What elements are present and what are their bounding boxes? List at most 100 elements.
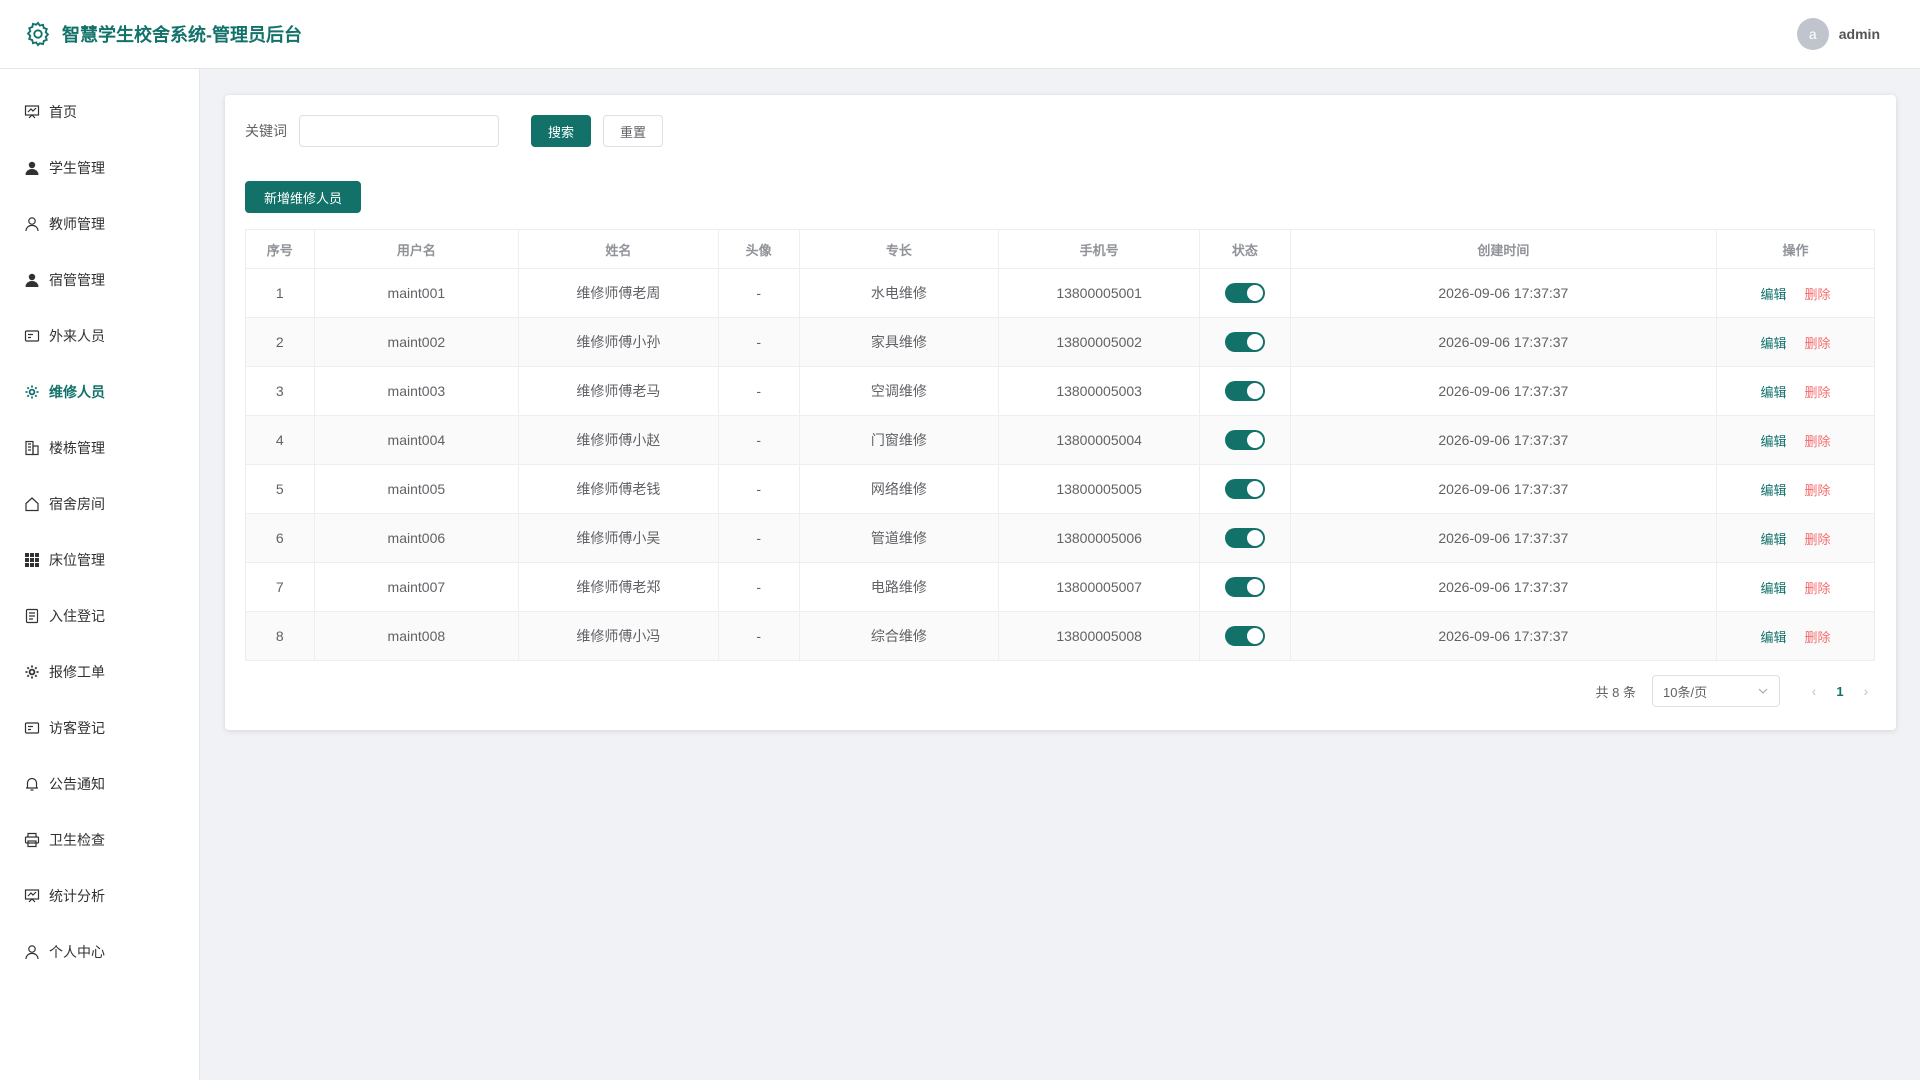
edit-button[interactable]: 编辑	[1760, 434, 1786, 449]
status-toggle[interactable]	[1224, 479, 1265, 499]
sidebar-item-4[interactable]: 外来人员	[0, 308, 199, 364]
sidebar-item-label: 公告通知	[49, 776, 105, 792]
edit-button[interactable]: 编辑	[1760, 287, 1786, 302]
sidebar-item-5[interactable]: 维修人员	[0, 364, 199, 420]
gear-icon	[24, 384, 40, 400]
cell-username: maint003	[313, 366, 520, 416]
cell-phone: 13800005002	[998, 317, 1201, 367]
avatar[interactable]: a	[1796, 18, 1829, 50]
cell-status	[1199, 562, 1291, 612]
edit-button[interactable]: 编辑	[1760, 336, 1786, 351]
sidebar-item-11[interactable]: 访客登记	[0, 700, 199, 756]
cell-specialty: 管道维修	[798, 513, 1000, 563]
delete-button[interactable]: 删除	[1804, 630, 1830, 645]
cell-username: maint008	[313, 611, 520, 661]
column-header: 序号	[245, 229, 315, 269]
reset-button[interactable]: 重置	[603, 115, 663, 147]
user-icon	[24, 944, 40, 960]
search-button[interactable]: 搜索	[531, 115, 591, 147]
sidebar-item-3[interactable]: 宿管管理	[0, 252, 199, 308]
status-toggle[interactable]	[1224, 626, 1265, 646]
cell-name: 维修师傅小冯	[518, 611, 719, 661]
sidebar-item-label: 首页	[49, 104, 77, 120]
cell-username: maint004	[313, 415, 520, 465]
table-row: 7 maint007 维修师傅老郑 - 电路维修 13800005007 2026-09-0…	[245, 562, 1876, 612]
sidebar-item-10[interactable]: 报修工单	[0, 644, 199, 700]
cell-name: 维修师傅老钱	[518, 464, 719, 514]
cell-username: maint007	[313, 562, 520, 612]
id-card-icon	[24, 720, 40, 736]
cell-specialty: 水电维修	[798, 268, 1000, 318]
sidebar-item-9[interactable]: 入住登记	[0, 588, 199, 644]
sidebar-item-1[interactable]: 学生管理	[0, 140, 199, 196]
top-header: 智慧学生校舍系统-管理员后台 a admin	[0, 0, 1920, 69]
pagination: 共 8 条 10条/页 ‹ 1 ›	[1596, 675, 1876, 707]
search-bar: 关键词 搜索 重置	[245, 115, 663, 147]
user-menu[interactable]: a admin	[1796, 18, 1880, 50]
cell-created: 2026-09-06 17:37:37	[1289, 611, 1717, 661]
cell-username: maint002	[313, 317, 520, 367]
cell-actions: 编辑 删除	[1715, 415, 1876, 465]
status-toggle[interactable]	[1224, 283, 1265, 303]
app-logo: 智慧学生校舍系统-管理员后台	[24, 20, 302, 48]
delete-button[interactable]: 删除	[1804, 483, 1830, 498]
user-filled-icon	[24, 160, 40, 176]
sidebar-item-12[interactable]: 公告通知	[0, 756, 199, 812]
status-toggle[interactable]	[1224, 332, 1265, 352]
delete-button[interactable]: 删除	[1804, 532, 1830, 547]
edit-button[interactable]: 编辑	[1760, 581, 1786, 596]
delete-button[interactable]: 删除	[1804, 385, 1830, 400]
cell-created: 2026-09-06 17:37:37	[1289, 366, 1717, 416]
cell-specialty: 门窗维修	[798, 415, 1000, 465]
cell-avatar: -	[717, 513, 800, 563]
cell-created: 2026-09-06 17:37:37	[1289, 415, 1717, 465]
sidebar-item-2[interactable]: 教师管理	[0, 196, 199, 252]
status-toggle[interactable]	[1224, 528, 1265, 548]
cell-specialty: 电路维修	[798, 562, 1000, 612]
sidebar-item-7[interactable]: 宿舍房间	[0, 476, 199, 532]
cell-status	[1199, 366, 1291, 416]
status-toggle[interactable]	[1224, 430, 1265, 450]
status-toggle[interactable]	[1224, 381, 1265, 401]
cell-name: 维修师傅小赵	[518, 415, 719, 465]
sidebar-item-13[interactable]: 卫生检查	[0, 812, 199, 868]
username[interactable]: admin	[1839, 26, 1880, 42]
cell-actions: 编辑 删除	[1715, 268, 1876, 318]
pagination-total: 共 8 条	[1595, 684, 1636, 700]
cell-username: maint005	[313, 464, 520, 514]
building-icon	[24, 440, 40, 456]
page-size-select[interactable]: 10条/页	[1652, 675, 1780, 707]
edit-button[interactable]: 编辑	[1760, 532, 1786, 547]
add-maintainer-button[interactable]: 新增维修人员	[245, 181, 361, 213]
sidebar-item-14[interactable]: 统计分析	[0, 868, 199, 924]
house-icon	[24, 496, 40, 512]
delete-button[interactable]: 删除	[1804, 336, 1830, 351]
delete-button[interactable]: 删除	[1804, 434, 1830, 449]
sidebar-item-15[interactable]: 个人中心	[0, 924, 199, 980]
grid-icon	[24, 552, 40, 568]
cell-actions: 编辑 删除	[1715, 464, 1876, 514]
sidebar-item-6[interactable]: 楼栋管理	[0, 420, 199, 476]
cell-avatar: -	[717, 611, 800, 661]
edit-button[interactable]: 编辑	[1760, 385, 1786, 400]
edit-button[interactable]: 编辑	[1760, 483, 1786, 498]
delete-button[interactable]: 删除	[1804, 581, 1830, 596]
next-page-button[interactable]: ›	[1856, 683, 1876, 699]
sidebar-item-0[interactable]: 首页	[0, 84, 199, 140]
cell-phone: 13800005004	[998, 415, 1201, 465]
cell-index: 5	[245, 464, 315, 514]
dashboard-icon	[24, 888, 40, 904]
cell-index: 1	[245, 268, 315, 318]
keyword-label: 关键词	[245, 123, 287, 139]
page-number-1[interactable]: 1	[1824, 684, 1856, 699]
sidebar-item-label: 教师管理	[49, 216, 105, 232]
column-header: 姓名	[518, 229, 719, 269]
table-row: 1 maint001 维修师傅老周 - 水电维修 13800005001 2026-09-0…	[245, 268, 1876, 318]
sidebar-item-8[interactable]: 床位管理	[0, 532, 199, 588]
prev-page-button[interactable]: ‹	[1804, 683, 1824, 699]
keyword-input[interactable]	[299, 115, 499, 147]
edit-button[interactable]: 编辑	[1760, 630, 1786, 645]
status-toggle[interactable]	[1224, 577, 1265, 597]
delete-button[interactable]: 删除	[1804, 287, 1830, 302]
cell-status	[1199, 464, 1291, 514]
